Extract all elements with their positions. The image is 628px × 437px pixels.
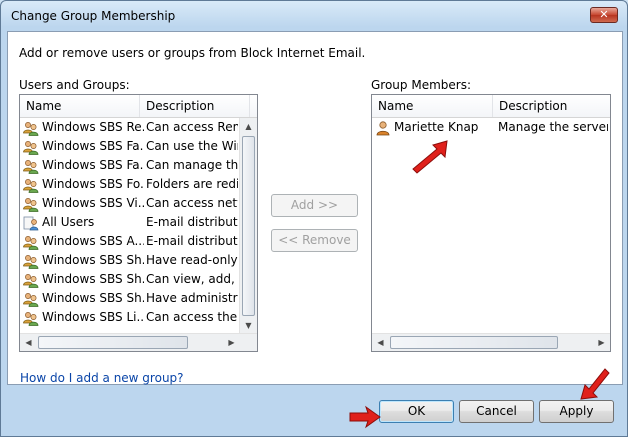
item-description: Have read-only a (146, 253, 238, 267)
annotation-arrow-icon (349, 405, 381, 429)
list-item[interactable]: Windows SBS Sh...Have read-only a (20, 251, 257, 270)
vertical-scrollbar[interactable]: ▲ ▼ (239, 118, 257, 334)
item-description: Manage the server ar (498, 120, 608, 134)
column-header-name[interactable]: Name (372, 95, 493, 117)
scroll-right-icon[interactable]: ▶ (223, 334, 240, 351)
close-icon: ✕ (599, 8, 609, 21)
annotation-arrow-icon (412, 140, 448, 174)
group-members-label: Group Members: (371, 78, 472, 92)
list-item[interactable]: Windows SBS Li...Can access the Li (20, 308, 257, 327)
item-description: Can access the Li (146, 310, 238, 324)
item-description: Folders are redire (146, 177, 238, 191)
item-name: Windows SBS Fa... (42, 139, 144, 153)
list-item[interactable]: Windows SBS Sh...Have administrat (20, 289, 257, 308)
item-name: All Users (42, 215, 95, 229)
group-icon (23, 234, 39, 250)
group-icon (23, 291, 39, 307)
group-icon (23, 310, 39, 326)
item-description: Can view, add, up (146, 272, 238, 286)
list-rows: Mariette Knap Manage the server ar (372, 118, 610, 137)
user-icon (375, 120, 391, 136)
remove-button[interactable]: << Remove (271, 229, 358, 252)
group-icon (23, 253, 39, 269)
item-description: Have administrat (146, 291, 238, 305)
apply-button[interactable]: Apply (539, 400, 614, 423)
item-name: Windows SBS A... (42, 234, 144, 248)
users-groups-list[interactable]: Name Description Windows SBS Re... Can ac… (19, 94, 258, 352)
dialog-window: Change Group Membership ✕ Add or remove … (0, 0, 628, 437)
item-description: E-mail distributio (146, 215, 238, 229)
group-icon (23, 177, 39, 193)
ok-button[interactable]: OK (379, 400, 454, 423)
list-item[interactable]: Windows SBS Re...Can access Remo (20, 118, 257, 137)
list-item[interactable]: All Users E-mail distributio (20, 213, 257, 232)
instructions-text: Add or remove users or groups from Block… (19, 46, 366, 60)
scroll-thumb-horizontal[interactable] (390, 336, 558, 349)
window-title: Change Group Membership (11, 9, 176, 23)
scroll-thumb[interactable] (242, 136, 255, 316)
list-header: Name Description (372, 95, 610, 118)
users-groups-label: Users and Groups: (19, 78, 130, 92)
distribution-list-icon (23, 215, 39, 231)
item-name: Windows SBS Fa... (42, 158, 144, 172)
item-name: Mariette Knap (394, 120, 479, 134)
column-header-name[interactable]: Name (20, 95, 140, 117)
list-header: Name Description (20, 95, 257, 118)
item-name: Windows SBS Vi... (42, 196, 144, 210)
scroll-right-icon[interactable]: ▶ (593, 334, 610, 351)
help-link[interactable]: How do I add a new group? (20, 371, 184, 385)
title-bar[interactable]: Change Group Membership ✕ (1, 1, 627, 31)
group-icon (23, 120, 39, 136)
item-name: Windows SBS Re... (42, 120, 144, 134)
scroll-down-icon[interactable]: ▼ (240, 317, 257, 334)
list-item[interactable]: Windows SBS Fa...Can use the Winc (20, 137, 257, 156)
add-button[interactable]: Add >> (271, 194, 358, 217)
item-name: Windows SBS Sh... (42, 291, 144, 305)
scroll-up-icon[interactable]: ▲ (240, 118, 257, 135)
item-name: Windows SBS Sh... (42, 272, 144, 286)
item-description: Can access Remo (146, 120, 238, 134)
item-description: Can access netwo (146, 196, 238, 210)
item-name: Windows SBS Fo... (42, 177, 144, 191)
annotation-arrow-icon (580, 368, 610, 400)
scroll-left-icon[interactable]: ◀ (20, 334, 37, 351)
group-members-list[interactable]: Name Description Mariette Knap Manage the… (371, 94, 611, 352)
group-icon (23, 139, 39, 155)
list-item[interactable]: Windows SBS Fa... Can manage the (20, 156, 257, 175)
item-description: Can manage the (146, 158, 238, 172)
close-button[interactable]: ✕ (590, 7, 618, 23)
scroll-thumb-horizontal[interactable] (38, 336, 188, 349)
scroll-left-icon[interactable]: ◀ (372, 334, 389, 351)
horizontal-scrollbar[interactable]: ◀ ▶ (372, 333, 610, 351)
group-icon (23, 158, 39, 174)
horizontal-scrollbar[interactable]: ◀ ▶ (20, 333, 257, 351)
item-name: Windows SBS Sh... (42, 253, 144, 267)
group-icon (23, 196, 39, 212)
list-item[interactable]: Windows SBS A... E-mail distributio (20, 232, 257, 251)
list-rows: Windows SBS Re...Can access RemoWindows … (20, 118, 257, 327)
cancel-button[interactable]: Cancel (459, 400, 534, 423)
group-icon (23, 272, 39, 288)
list-item[interactable]: Mariette Knap Manage the server ar (372, 118, 610, 137)
item-name: Windows SBS Li... (42, 310, 144, 324)
list-item[interactable]: Windows SBS Sh...Can view, add, up (20, 270, 257, 289)
column-header-description[interactable]: Description (140, 95, 250, 117)
list-item[interactable]: Windows SBS Vi...Can access netwo (20, 194, 257, 213)
dialog-content: Add or remove users or groups from Block… (7, 31, 623, 385)
item-description: Can use the Winc (146, 139, 238, 153)
list-item[interactable]: Windows SBS Fo...Folders are redire (20, 175, 257, 194)
column-header-description[interactable]: Description (493, 95, 610, 117)
item-description: E-mail distributio (146, 234, 238, 248)
